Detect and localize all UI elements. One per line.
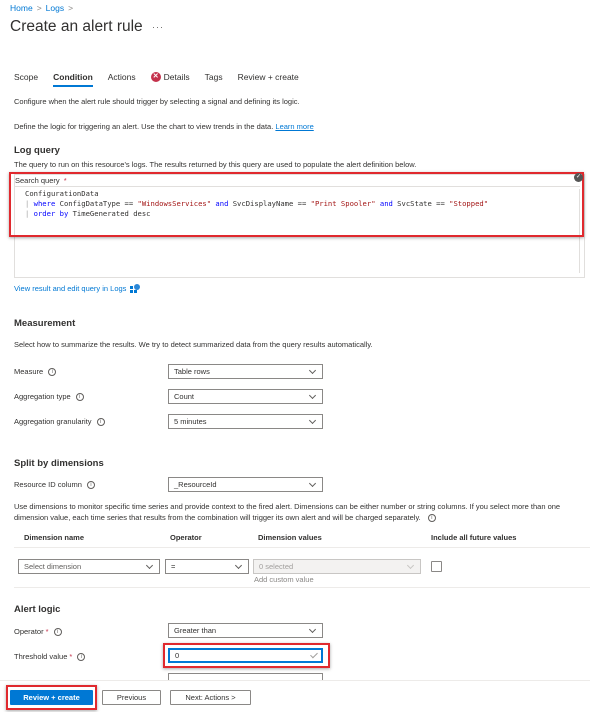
measure-label: Measure i	[14, 367, 57, 376]
tab-label: Actions	[107, 72, 136, 82]
tab-bar: Scope Condition Actions ✕ Details Tags Re…	[14, 72, 314, 87]
table-divider	[14, 547, 590, 548]
chevron-down-icon	[406, 561, 415, 569]
log-query-description: The query to run on this resource's logs…	[14, 160, 417, 169]
intro-define-text: Define the logic for triggering an alert…	[14, 122, 314, 131]
measure-select[interactable]: Table rows	[168, 364, 323, 379]
logs-icon	[130, 284, 141, 293]
aggregation-granularity-label: Aggregation granularity i	[14, 417, 105, 426]
tab-actions[interactable]: Actions	[108, 72, 136, 82]
measurement-description: Select how to summarize the results. We …	[14, 340, 373, 349]
select-value: Greater than	[174, 626, 217, 635]
label-text: Aggregation type	[14, 392, 71, 401]
tab-label: Details	[163, 72, 190, 82]
define-text: Define the logic for triggering an alert…	[14, 122, 274, 131]
highlight-box	[163, 643, 330, 668]
resource-id-label: Resource ID column i	[14, 480, 95, 489]
select-value: Count	[174, 392, 195, 401]
info-icon[interactable]: i	[77, 652, 86, 661]
required-mark: *	[45, 627, 49, 636]
more-options-icon[interactable]: ···	[152, 22, 164, 32]
info-icon[interactable]: i	[48, 367, 57, 376]
breadcrumb-separator: >	[68, 3, 74, 13]
alert-logic-heading: Alert logic	[14, 604, 61, 615]
page-title: Create an alert rule	[10, 18, 143, 35]
chevron-down-icon	[308, 391, 317, 399]
select-value: 5 minutes	[174, 417, 207, 426]
link-text: View result and edit query in Logs	[14, 284, 127, 293]
valid-check-icon: ✓	[574, 173, 583, 182]
description-text: Use dimensions to monitor specific time …	[14, 502, 561, 522]
aggregation-type-select[interactable]: Count	[168, 389, 323, 404]
info-icon[interactable]: i	[53, 627, 62, 636]
previous-button[interactable]: Previous	[102, 690, 161, 705]
select-value: _ResourceId	[174, 480, 217, 489]
info-icon[interactable]: i	[96, 417, 105, 426]
column-header-dimension-name: Dimension name	[24, 533, 85, 542]
intro-text: Configure when the alert rule should tri…	[14, 97, 300, 106]
chevron-down-icon	[308, 625, 317, 633]
column-header-dimension-values: Dimension values	[258, 533, 322, 542]
label-text: Measure	[14, 367, 44, 376]
tab-review-create[interactable]: Review + create	[238, 72, 299, 82]
tab-label: Scope	[14, 72, 39, 82]
tab-condition[interactable]: Condition	[53, 72, 93, 87]
next-actions-button[interactable]: Next: Actions >	[170, 690, 251, 705]
select-placeholder: Select dimension	[24, 562, 82, 571]
chevron-down-icon	[308, 366, 317, 374]
measurement-heading: Measurement	[14, 318, 76, 329]
dimension-values-select[interactable]: 0 selected	[253, 559, 421, 574]
label-text: Threshold value	[14, 652, 68, 661]
tab-label: Tags	[204, 72, 223, 82]
table-divider	[14, 587, 590, 588]
breadcrumb-home[interactable]: Home	[10, 3, 33, 13]
breadcrumb: Home > Logs >	[10, 3, 77, 13]
chevron-down-icon	[145, 561, 154, 569]
dimension-operator-select[interactable]: =	[165, 559, 249, 574]
alert-operator-select[interactable]: Greater than	[168, 623, 323, 638]
split-description: Use dimensions to monitor specific time …	[14, 501, 584, 523]
tab-label: Condition	[53, 72, 93, 82]
required-mark: *	[69, 652, 73, 661]
include-future-values-checkbox[interactable]	[431, 561, 442, 572]
info-icon[interactable]: i	[75, 392, 84, 401]
column-header-include-future: Include all future values	[431, 533, 517, 542]
chevron-down-icon	[234, 561, 243, 569]
split-heading: Split by dimensions	[14, 458, 104, 469]
tab-details[interactable]: ✕ Details	[150, 72, 190, 82]
chevron-down-icon	[308, 479, 317, 487]
learn-more-link[interactable]: Learn more	[275, 122, 313, 131]
view-in-logs-link[interactable]: View result and edit query in Logs	[14, 284, 141, 293]
label-text: Operator	[14, 627, 44, 636]
select-value: Table rows	[174, 367, 210, 376]
column-header-operator: Operator	[170, 533, 202, 542]
resource-id-select[interactable]: _ResourceId	[168, 477, 323, 492]
tab-scope[interactable]: Scope	[14, 72, 38, 82]
info-icon[interactable]: i	[86, 480, 95, 489]
tab-tags[interactable]: Tags	[205, 72, 223, 82]
breadcrumb-separator: >	[36, 3, 42, 13]
log-query-heading: Log query	[14, 145, 60, 156]
highlight-box	[6, 685, 97, 710]
aggregation-granularity-select[interactable]: 5 minutes	[168, 414, 323, 429]
operator-label: Operator * i	[14, 627, 62, 636]
select-value: =	[171, 562, 176, 571]
select-value: 0 selected	[259, 562, 294, 571]
label-text: Resource ID column	[14, 480, 82, 489]
error-icon: ✕	[150, 72, 161, 82]
chevron-down-icon	[308, 416, 317, 424]
aggregation-type-label: Aggregation type i	[14, 392, 84, 401]
label-text: Aggregation granularity	[14, 417, 92, 426]
tab-label: Review + create	[237, 72, 299, 82]
highlight-box	[9, 172, 584, 237]
info-icon[interactable]: i	[427, 514, 436, 523]
breadcrumb-logs[interactable]: Logs	[46, 3, 64, 13]
add-custom-value-link[interactable]: Add custom value	[254, 575, 314, 584]
threshold-label: Threshold value * i	[14, 652, 86, 661]
dimension-name-select[interactable]: Select dimension	[18, 559, 160, 574]
